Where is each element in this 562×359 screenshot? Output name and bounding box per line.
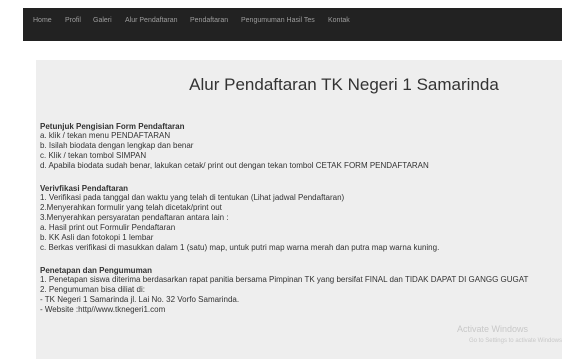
list-item: c. Klik / tekan tombol SIMPAN <box>40 151 147 160</box>
list-item: a. klik / tekan menu PENDAFTARAN <box>40 131 171 140</box>
section-heading: Verivfikasi Pendaftaran <box>40 184 129 193</box>
activate-windows-title: Activate Windows <box>456 324 528 334</box>
list-item: 2. Pengumuman bisa diliat di: <box>40 285 145 294</box>
list-item: 2.Menyerahkan formulir yang telah diceta… <box>40 203 222 212</box>
top-navbar: Home Profil Galeri Alur Pendaftaran Pend… <box>23 8 562 41</box>
nav-item-profil[interactable]: Profil <box>65 16 81 26</box>
list-item: d. Apabila biodata sudah benar, lakukan … <box>40 161 429 170</box>
page-title: Alur Pendaftaran TK Negeri 1 Samarinda <box>189 75 499 94</box>
nav-item-kontak[interactable]: Kontak <box>328 16 350 26</box>
content-panel: Alur Pendaftaran TK Negeri 1 Samarinda P… <box>36 60 562 359</box>
list-item: 1. Verifikasi pada tanggal dan waktu yan… <box>40 193 345 202</box>
list-item: b. Isilah biodata dengan lengkap dan ben… <box>40 141 194 150</box>
list-item: c. Berkas verifikasi di masukkan dalam 1… <box>40 243 440 252</box>
nav-item-pengumuman-hasil-tes[interactable]: Pengumuman Hasil Tes <box>241 16 315 26</box>
list-item: 1. Penetapan siswa diterima berdasarkan … <box>40 275 529 284</box>
nav-item-home[interactable]: Home <box>33 16 52 26</box>
section-petunjuk: Petunjuk Pengisian Form Pendaftaran a. k… <box>40 122 558 171</box>
list-item: - Website :http//www.tknegeri1.com <box>40 305 166 314</box>
section-heading: Petunjuk Pengisian Form Pendaftaran <box>40 122 185 131</box>
section-penetapan: Penetapan dan Pengumuman 1. Penetapan si… <box>40 266 558 315</box>
nav-item-pendaftaran[interactable]: Pendaftaran <box>190 16 228 26</box>
nav-item-galeri[interactable]: Galeri <box>93 16 112 26</box>
nav-item-alur-pendaftaran[interactable]: Alur Pendaftaran <box>125 16 178 26</box>
list-item: 3.Menyerahkan persyaratan pendaftaran an… <box>40 213 229 222</box>
list-item: a. Hasil print out Formulir Pendaftaran <box>40 223 176 232</box>
list-item: b. KK Asli dan fotokopi 1 lembar <box>40 233 154 242</box>
section-heading: Penetapan dan Pengumuman <box>40 266 153 275</box>
list-item: - TK Negeri 1 Samarinda jl. Lai No. 32 V… <box>40 295 240 304</box>
activate-windows-subtitle: Go to Settings to activate Windows <box>468 338 562 344</box>
section-verifikasi: Verivfikasi Pendaftaran 1. Verifikasi pa… <box>40 184 558 253</box>
